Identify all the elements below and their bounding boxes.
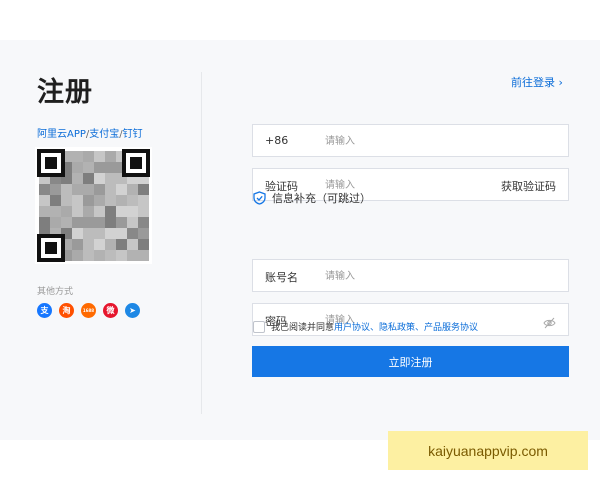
dingtalk-icon[interactable]: ➤ [125,303,140,318]
phone-input[interactable] [325,132,485,150]
watermark-badge: kaiyuanappvip.com [388,431,588,470]
qr-code [35,147,152,264]
agree-text: 我已阅读并同意 [271,323,335,333]
register-button[interactable]: 立即注册 [252,346,569,377]
phone-prefix[interactable]: +86 [265,134,288,147]
page-title: 注册 [37,77,93,108]
top-band [0,0,600,40]
shield-check-icon [253,191,266,205]
qr-label-alipay: 支付宝 [89,129,120,140]
account-input[interactable] [325,267,485,285]
eye-off-icon[interactable] [543,314,556,333]
register-card: 注册 阿里云APP/支付宝/钉钉 其他方式 支 淘 1688 微 ➤ 前往登录 … [0,40,600,440]
taobao-icon[interactable]: 淘 [59,303,74,318]
panel-divider [201,72,202,414]
go-login-link[interactable]: 前往登录 › [511,74,563,90]
get-code-button[interactable]: 获取验证码 [501,178,556,194]
social-login-row: 支 淘 1688 微 ➤ [37,303,140,318]
agree-checkbox[interactable] [253,320,265,333]
agreement-links[interactable]: 用户协议、隐私政策、产品服务协议 [334,320,478,333]
other-methods-label: 其他方式 [37,287,74,297]
dingtalk-icon-glyph: ➤ [129,305,136,315]
qr-panel: 注册 阿里云APP/支付宝/钉钉 其他方式 支 淘 1688 微 ➤ [0,40,200,440]
account-field: 账号名 [252,259,569,292]
info-supplement-header: 信息补充（可跳过） [253,190,371,206]
weibo-icon-glyph: 微 [106,305,115,315]
alipay-icon[interactable]: 支 [37,303,52,318]
qr-label-dingtalk: 钉钉 [122,129,143,140]
1688-icon[interactable]: 1688 [81,303,96,318]
taobao-icon-glyph: 淘 [62,305,71,315]
agreement-row: 我已阅读并同意 用户协议、隐私政策、产品服务协议 [253,320,478,333]
weibo-icon[interactable]: 微 [103,303,118,318]
account-label: 账号名 [265,271,298,284]
alipay-icon-glyph: 支 [40,305,49,315]
phone-field: +86 [252,124,569,157]
info-supplement-title: 信息补充（可跳过） [272,192,371,205]
1688-icon-glyph: 1688 [82,307,95,313]
qr-code-image [35,147,152,264]
qr-label-aliyun: 阿里云APP [37,129,86,140]
qr-scan-label: 阿里云APP/支付宝/钉钉 [37,125,143,140]
